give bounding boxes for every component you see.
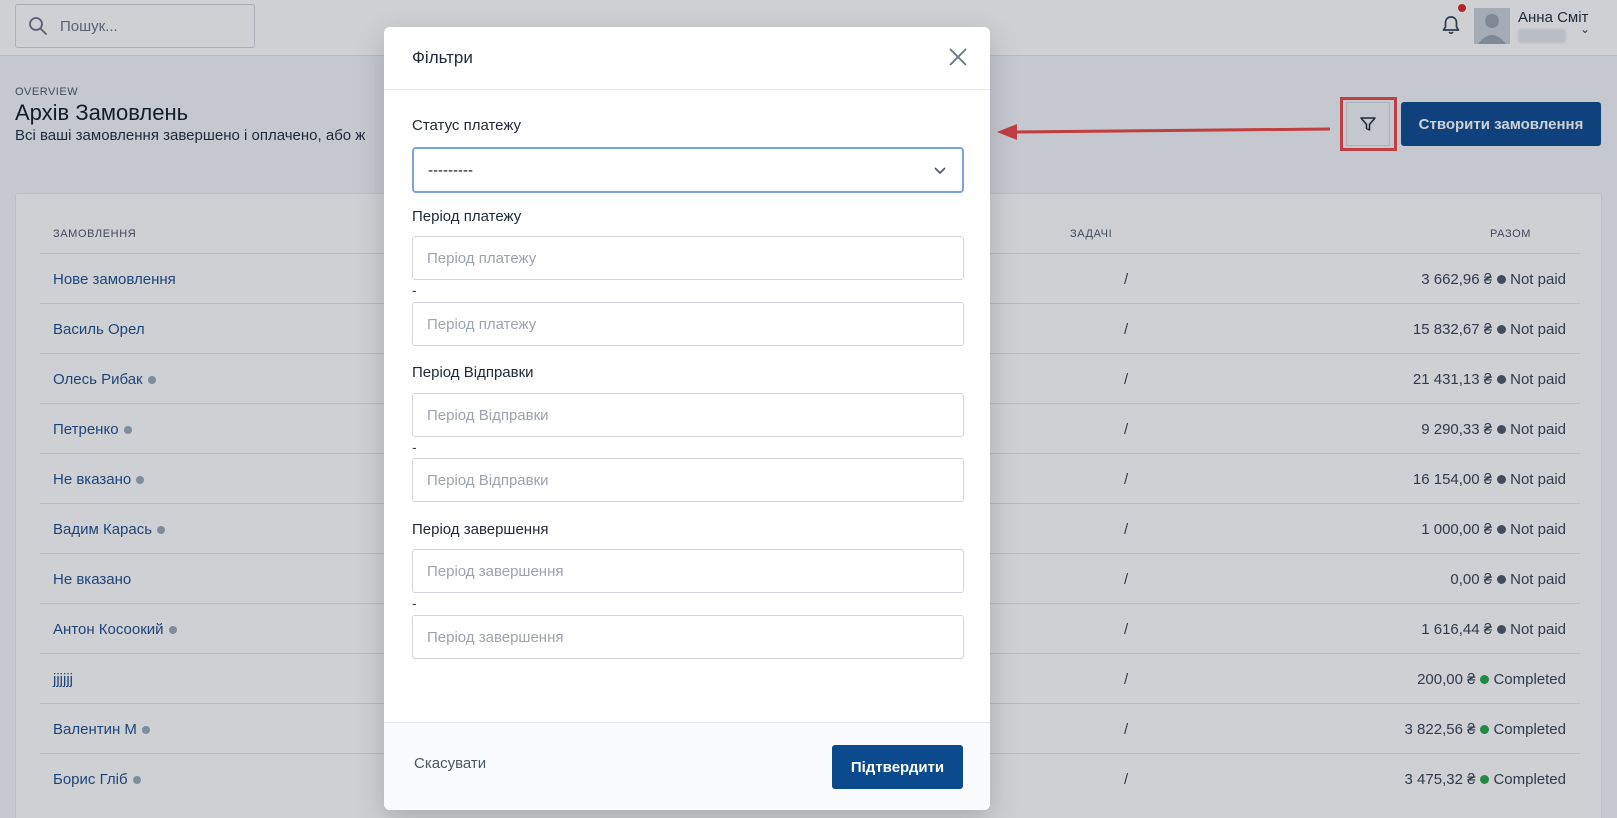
completion-period-to-input[interactable] (412, 615, 964, 659)
modal-title: Фільтри (412, 48, 473, 67)
close-icon[interactable] (946, 45, 970, 69)
range-separator: - (412, 282, 417, 298)
modal-header: Фільтри (384, 27, 990, 90)
shipping-period-label: Період Відправки (412, 364, 534, 381)
modal-footer: Скасувати Підтвердити (384, 722, 990, 810)
range-separator: - (412, 439, 417, 455)
payment-status-select[interactable]: --------- (412, 147, 964, 193)
confirm-button[interactable]: Підтвердити (832, 745, 963, 789)
completion-period-from-input[interactable] (412, 549, 964, 593)
chevron-down-icon (934, 167, 946, 175)
payment-status-label: Статус платежу (412, 117, 522, 134)
cancel-button[interactable]: Скасувати (414, 755, 486, 772)
completion-period-label: Період завершення (412, 521, 549, 538)
payment-period-label: Період платежу (412, 208, 522, 225)
payment-status-value: --------- (428, 161, 473, 179)
filters-modal: Фільтри Статус платежу --------- Період … (384, 27, 990, 810)
payment-period-from-input[interactable] (412, 236, 964, 280)
payment-period-to-input[interactable] (412, 302, 964, 346)
range-separator: - (412, 595, 417, 611)
shipping-period-from-input[interactable] (412, 393, 964, 437)
shipping-period-to-input[interactable] (412, 458, 964, 502)
